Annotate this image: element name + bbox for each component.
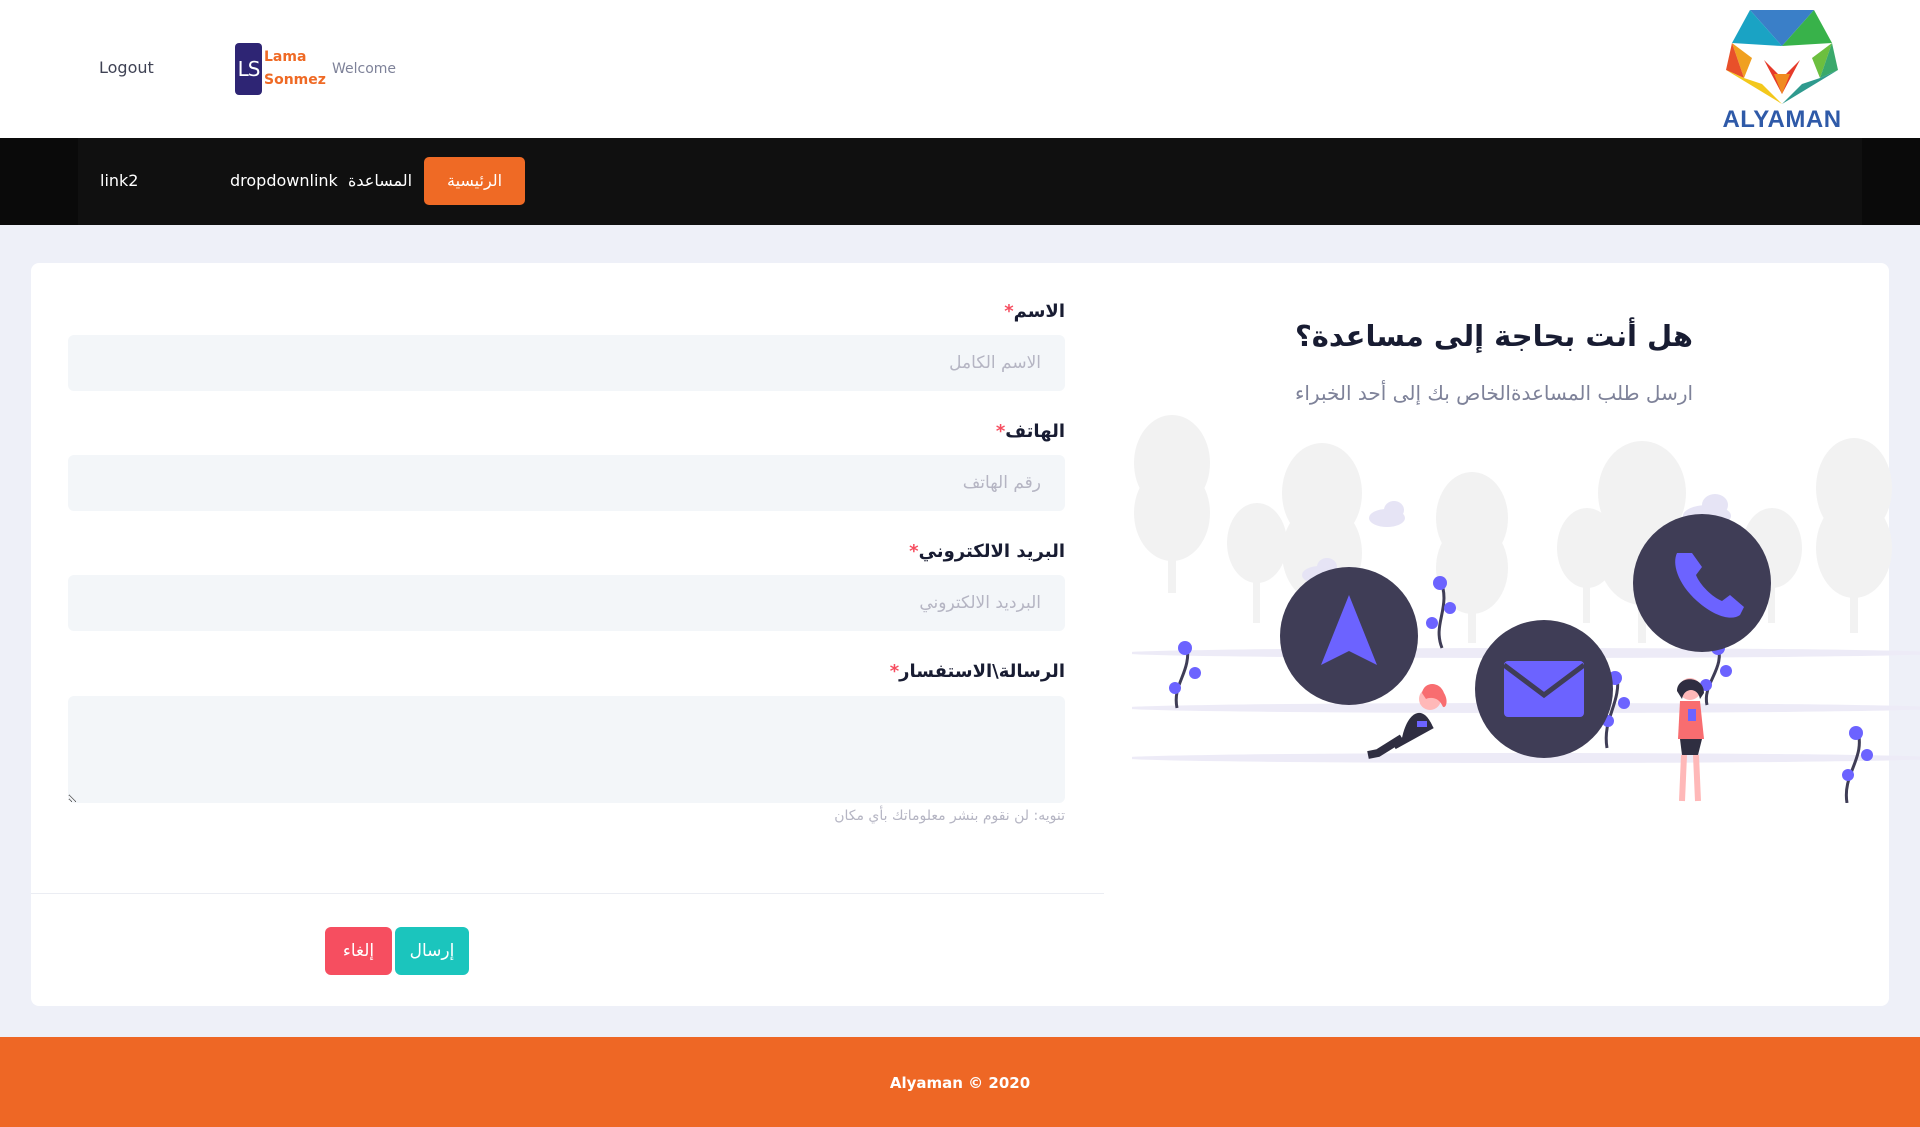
required-mark: * xyxy=(889,661,900,682)
phone-input[interactable] xyxy=(68,455,1065,511)
help-title: هل أنت بحاجة إلى مساعدة؟ xyxy=(1294,319,1694,353)
user-last-name: Sonmez xyxy=(264,72,326,88)
phone-label: الهاتف* xyxy=(992,421,1065,442)
name-input[interactable] xyxy=(68,335,1065,391)
envelope-icon xyxy=(1475,620,1613,758)
background-trees xyxy=(1134,415,1892,643)
navigation-arrow-icon xyxy=(1280,567,1418,705)
top-header: Logout LS Lama Sonmez Welcome ALYAMAN xyxy=(0,0,1920,138)
email-label: البريد الالكتروني* xyxy=(905,541,1065,562)
user-name: Lama Sonmez xyxy=(264,46,326,92)
help-request-card: الاسم* الهاتف* البريد الالكتروني* الرسال… xyxy=(31,263,1920,1006)
nav-item-dropdownlink[interactable]: dropdownlink xyxy=(230,157,338,205)
message-textarea[interactable] xyxy=(68,696,1065,803)
avatar[interactable]: LS xyxy=(235,43,262,95)
navbar-inner: الرئيسية المساعدة dropdownlink link2 xyxy=(78,138,1862,225)
email-input[interactable] xyxy=(68,575,1065,631)
required-mark: * xyxy=(909,541,919,562)
contact-illustration xyxy=(1132,415,1920,803)
name-label-text: الاسم xyxy=(1013,301,1065,322)
logo-mark-icon xyxy=(1726,10,1838,104)
cancel-button[interactable]: إلغاء xyxy=(325,927,392,975)
email-label-text: البريد الالكتروني xyxy=(918,541,1065,562)
phone-label-text: الهاتف xyxy=(1005,421,1065,442)
message-label: الرسالة\الاستفسار* xyxy=(886,661,1065,682)
message-label-text: الرسالة\الاستفسار xyxy=(899,661,1065,682)
help-subtitle: ارسل طلب المساعدةالخاص بك إلى أحد الخبرا… xyxy=(1294,381,1694,405)
page-footer: Alyaman © 2020 xyxy=(0,1037,1920,1127)
privacy-note: تنويه: لن نقوم بنشر معلوماتك بأي مكان xyxy=(834,808,1065,824)
required-mark: * xyxy=(1004,301,1014,322)
welcome-text: Welcome xyxy=(332,61,397,77)
required-mark: * xyxy=(995,421,1006,442)
logout-link[interactable]: Logout xyxy=(99,58,154,77)
alyaman-logo[interactable]: ALYAMAN xyxy=(1722,8,1842,133)
send-button[interactable]: إرسال xyxy=(395,927,469,975)
phone-icon xyxy=(1633,514,1771,652)
person-standing xyxy=(1677,678,1704,802)
footer-copyright: Alyaman © 2020 xyxy=(889,1074,1031,1092)
user-first-name: Lama xyxy=(264,49,307,65)
user-info[interactable]: LS Lama Sonmez Welcome xyxy=(235,43,396,95)
main-navbar: الرئيسية المساعدة dropdownlink link2 xyxy=(0,138,1920,225)
nav-item-link2[interactable]: link2 xyxy=(100,157,138,205)
logo-text: ALYAMAN xyxy=(1722,106,1842,133)
nav-item-home[interactable]: الرئيسية xyxy=(424,157,526,205)
form-divider xyxy=(31,893,1104,894)
name-label: الاسم* xyxy=(1000,301,1065,322)
nav-item-help[interactable]: المساعدة xyxy=(348,157,412,205)
